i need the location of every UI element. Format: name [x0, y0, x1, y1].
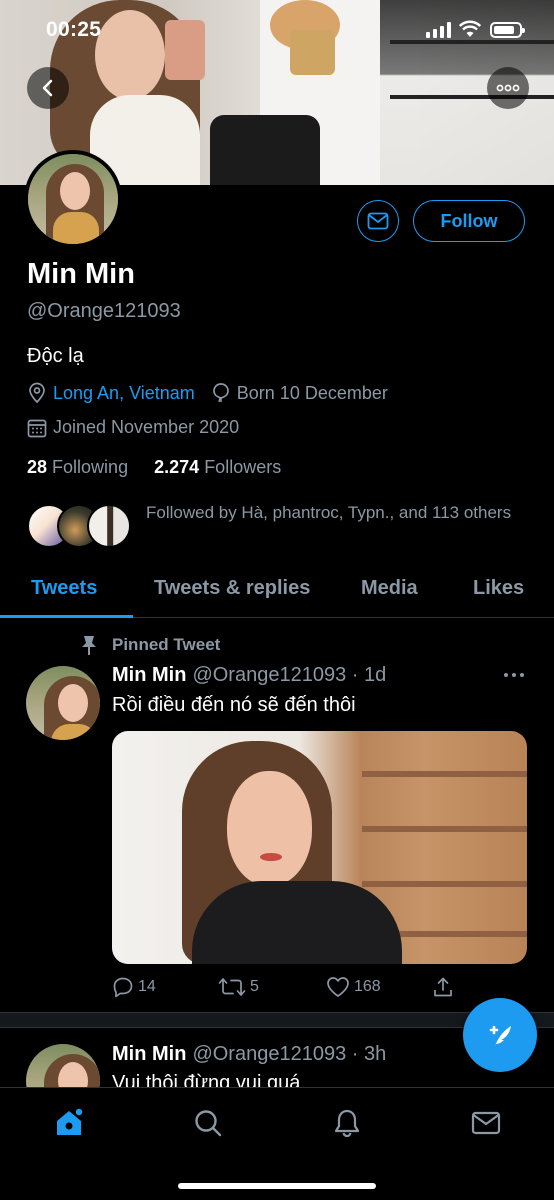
profile-meta-row: Joined November 2020	[27, 417, 239, 438]
balloon-icon	[212, 383, 229, 403]
retweet-action[interactable]: 5	[218, 976, 259, 998]
envelope-icon	[367, 212, 389, 230]
banner-chair	[210, 115, 320, 185]
tweet-actions: 14 5 168	[112, 976, 532, 1002]
tweet-author-name[interactable]: Min Min	[112, 664, 186, 686]
avatar-image	[28, 154, 118, 244]
calendar-icon	[27, 419, 47, 437]
retweet-icon	[218, 978, 246, 996]
tweet-header: Min Min @Orange121093 · 3h	[112, 1043, 386, 1066]
tweet-meta: @Orange121093 · 1d	[192, 664, 387, 686]
profile-bio: Độc lạ	[27, 345, 84, 367]
pinned-tweet-text: Pinned Tweet	[112, 635, 221, 654]
mutual-follower-avatar	[87, 504, 131, 548]
followed-by-section[interactable]: Followed by Hà, phantroc, Typn., and 113…	[27, 500, 537, 550]
pin-icon	[82, 636, 96, 655]
ellipsis-icon	[496, 84, 520, 92]
tweet-meta: @Orange121093 · 3h	[192, 1043, 387, 1065]
compose-tweet-icon	[489, 1025, 511, 1046]
tweet-author-name[interactable]: Min Min	[112, 1043, 186, 1065]
message-button[interactable]	[357, 200, 399, 242]
followed-by-text: Followed by Hà, phantroc, Typn., and 113…	[146, 503, 512, 522]
messages-icon	[471, 1111, 501, 1135]
tab-media[interactable]: Media	[361, 577, 418, 600]
profile-avatar[interactable]	[24, 150, 122, 248]
status-bar: 00:25	[0, 0, 554, 60]
map-pin-icon	[29, 382, 45, 404]
following-label: Following	[52, 457, 129, 477]
reply-count: 14	[138, 978, 156, 995]
retweet-count: 5	[250, 978, 259, 995]
profile-name: Min Min	[27, 258, 135, 290]
pinned-tweet-label: Pinned Tweet	[80, 634, 220, 656]
tab-likes[interactable]: Likes	[473, 577, 524, 600]
back-button[interactable]	[27, 67, 69, 109]
heart-icon	[327, 977, 349, 997]
notifications-icon	[334, 1109, 360, 1138]
banner-shelf-bar	[390, 95, 554, 99]
avatar-image	[26, 666, 100, 740]
following-count: 28	[27, 457, 48, 477]
share-icon	[434, 977, 452, 997]
reply-action[interactable]: 14	[112, 976, 156, 998]
share-action[interactable]	[432, 976, 458, 998]
tab-tweets-replies[interactable]: Tweets & replies	[154, 577, 310, 600]
home-icon	[57, 1107, 84, 1135]
profile-meta-row: Long An, Vietnam Born 10 December	[27, 382, 388, 404]
status-time: 00:25	[46, 18, 102, 41]
tweet-avatar[interactable]	[26, 666, 100, 740]
profile-joined: Joined November 2020	[53, 417, 240, 437]
nav-home[interactable]	[52, 1106, 86, 1140]
tweet-photo[interactable]	[112, 731, 527, 964]
followers-link[interactable]: 2.274 Followers	[154, 457, 281, 477]
profile-location[interactable]: Long An, Vietnam	[53, 383, 195, 404]
home-indicator	[178, 1183, 376, 1189]
reply-icon	[113, 977, 133, 998]
like-count: 168	[354, 978, 381, 995]
cellular-signal-icon	[426, 22, 452, 38]
tweet-text: Rồi điều đến nó sẽ đến thôi	[112, 694, 356, 716]
battery-icon	[490, 22, 525, 38]
follow-counts: 28 Following 2.274 Followers	[27, 457, 281, 478]
follow-button[interactable]: Follow	[413, 200, 525, 242]
active-tab-indicator	[0, 615, 133, 618]
nav-search[interactable]	[191, 1106, 225, 1140]
followers-label: Followers	[204, 457, 282, 477]
compose-tweet-button[interactable]	[463, 998, 537, 1072]
profile-handle: @Orange121093	[27, 300, 181, 322]
tweet-header: Min Min @Orange121093 · 1d	[112, 664, 386, 687]
wifi-icon	[459, 20, 481, 37]
following-link[interactable]: 28 Following	[27, 457, 128, 477]
chevron-left-icon	[42, 79, 53, 97]
more-options-button[interactable]	[487, 67, 529, 109]
tweet-more-icon[interactable]	[502, 668, 526, 682]
profile-birthday: Born 10 December	[236, 382, 388, 403]
nav-messages[interactable]	[469, 1106, 503, 1140]
like-action[interactable]: 168	[326, 976, 381, 998]
nav-notifications[interactable]	[330, 1106, 364, 1140]
followers-count: 2.274	[154, 457, 200, 477]
tab-tweets[interactable]: Tweets	[31, 577, 97, 600]
search-icon	[195, 1110, 222, 1137]
profile-tabs: Tweets Tweets & replies Media Likes	[0, 565, 554, 618]
